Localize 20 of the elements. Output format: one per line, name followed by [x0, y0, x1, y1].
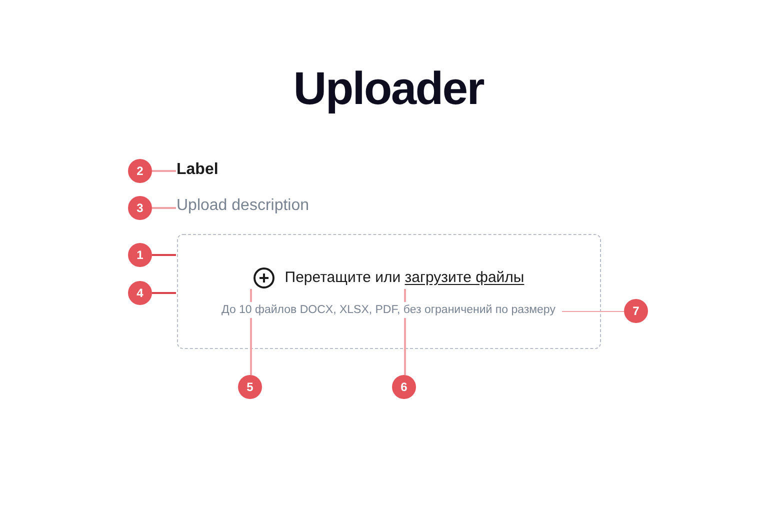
- annotation-marker: 1: [128, 243, 152, 267]
- annotation-marker: 5: [238, 375, 262, 399]
- leader-line: [152, 207, 176, 208]
- field-description: Upload description: [176, 196, 310, 216]
- plus-circle-icon[interactable]: [252, 267, 275, 290]
- annotation-marker: 4: [128, 281, 152, 305]
- page-title: Uploader: [293, 61, 484, 116]
- annotation-marker: 3: [128, 196, 152, 220]
- annotation-marker: 2: [128, 159, 152, 183]
- leader-line: [152, 170, 176, 172]
- annotation-marker: 7: [624, 299, 648, 323]
- upload-link[interactable]: загрузите файлы: [404, 269, 524, 286]
- field-label: Label: [176, 160, 218, 180]
- annotation-marker: 6: [392, 375, 416, 399]
- dropzone[interactable]: Перетащите или загрузите файлы До 10 файлов DOCX, XLSX, PDF, без ограничений по размеру: [176, 234, 600, 349]
- leader-line: [152, 292, 176, 294]
- dropzone-text: Перетащите или: [284, 269, 401, 286]
- dropzone-hint: До 10 файлов DOCX, XLSX, PDF, без ограничений по размеру: [222, 302, 556, 318]
- leader-line: [152, 254, 176, 256]
- leader-line: [562, 310, 624, 312]
